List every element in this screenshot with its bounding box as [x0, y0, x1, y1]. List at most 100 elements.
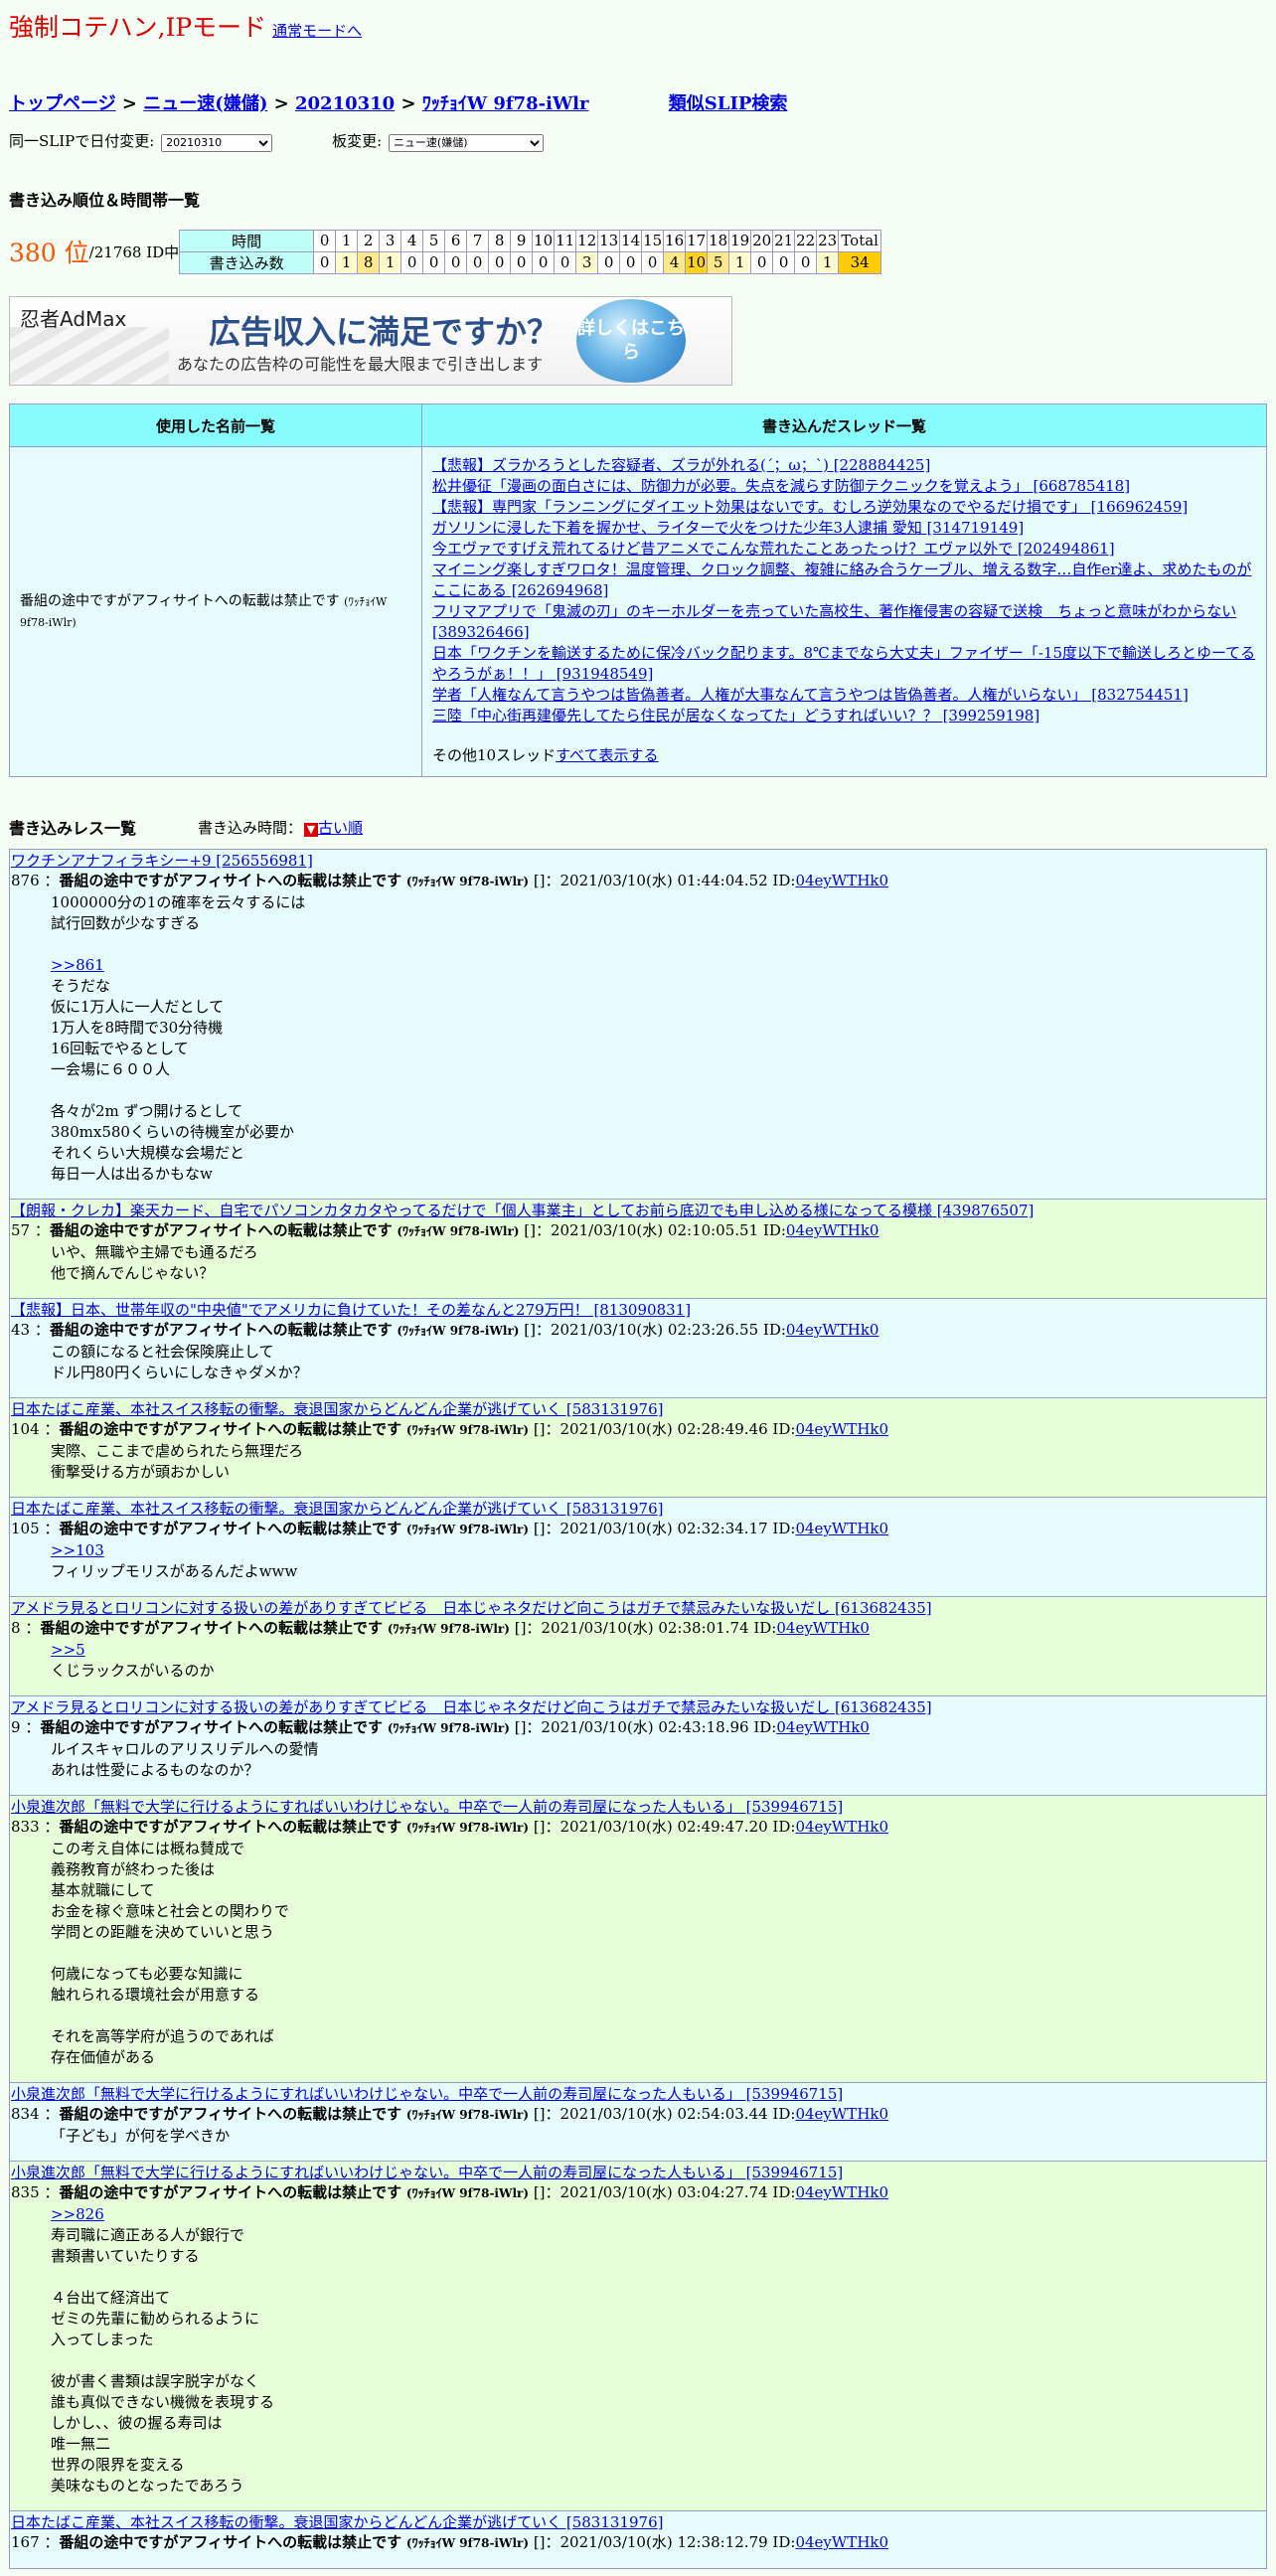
post-number: 167	[11, 2533, 40, 2551]
hour-header-cell: 3	[379, 229, 402, 252]
post-thread-link[interactable]: アメドラ見るとロリコンに対する扱いの差がありすぎてビビる 日本じゃネタだけど向こ…	[11, 1599, 932, 1617]
post-number: 876	[11, 872, 40, 889]
post-thread: ワクチンアナフィラキシー+9 [256556981]	[11, 851, 1265, 871]
post-author-name: 番組の途中ですがアフィサイトへの転載は禁止です	[59, 1818, 402, 1836]
reply-ref-link[interactable]: >>826	[51, 2205, 104, 2223]
thread-link[interactable]: 【悲報】ズラかろうとした容疑者、ズラが外れる(´；ω；`) [228884425…	[432, 455, 1256, 476]
post-line: 彼が書く書類は誤字脱字がなく	[51, 2372, 260, 2390]
board-select[interactable]: ニュー速(嫌儲)	[388, 133, 544, 152]
post-body: ルイスキャロルのアリスリデルへの愛情 あれは性愛によるものなのか？	[51, 1739, 1265, 1781]
post-number: 9	[11, 1718, 21, 1736]
post-timestamp: []：2021/03/10(水) 02:54:03.44 ID:	[533, 2105, 796, 2123]
post-thread-link[interactable]: アメドラ見るとロリコンに対する扱いの差がありすぎてビビる 日本じゃネタだけど向こ…	[11, 1698, 932, 1716]
post-author-slip: (ﾜｯﾁｮｲW 9f78-iWlr)	[405, 1523, 530, 1536]
post-thread: 【朗報・クレカ】楽天カード、自宅でパソコンカタカタやってるだけで「個人事業主」と…	[11, 1201, 1265, 1220]
post-thread-link[interactable]: 【朗報・クレカ】楽天カード、自宅でパソコンカタカタやってるだけで「個人事業主」と…	[11, 1202, 1034, 1219]
post-thread-link[interactable]: ワクチンアナフィラキシー+9 [256556981]	[11, 852, 313, 870]
ad-banner[interactable]: 忍者AdMax 広告収入に満足ですか？ あなたの広告枠の可能性を最大限まで引き出…	[9, 296, 732, 386]
post-author-slip: (ﾜｯﾁｮｲW 9f78-iWlr)	[405, 875, 530, 888]
post-timestamp: []：2021/03/10(水) 12:38:12.79 ID:	[533, 2533, 796, 2551]
post-line: 一会場に６００人	[51, 1060, 171, 1078]
hour-count-cell: 0	[619, 250, 643, 274]
post-id-link[interactable]: 04eyWTHk0	[776, 1619, 870, 1637]
post-author-name: 番組の途中ですがアフィサイトへの転載は禁止です	[59, 1420, 402, 1438]
thread-link[interactable]: ガソリンに浸した下着を握かせ、ライターで火をつけた少年3人逮捕 愛知 [3147…	[432, 518, 1256, 539]
more-threads-label: その他10スレッド	[432, 746, 557, 764]
hour-header-cell: 23	[816, 229, 840, 252]
thread-link[interactable]: 学者「人権なんて言うやつは皆偽善者。人権が大事なんて言うやつは皆偽善者。人権がい…	[432, 685, 1256, 706]
reply-ref-link[interactable]: >>861	[51, 956, 104, 974]
post-meta: 8 ：番組の途中ですがアフィサイトへの転載は禁止です (ﾜｯﾁｮｲW 9f78-…	[11, 1619, 870, 1637]
post-line: いや、無職や主婦でも通るだろ	[51, 1243, 258, 1261]
post-id-link[interactable]: 04eyWTHk0	[795, 2105, 888, 2123]
post-thread-link[interactable]: 小泉進次郎「無料で大学に行けるようにすればいいわけじゃない。中卒で一人前の寿司屋…	[11, 1798, 843, 1816]
post-body: いや、無職や主婦でも通るだろ 他で摘んでんじゃない？	[51, 1242, 1265, 1284]
thread-link[interactable]: 【悲報】専門家「ランニングにダイエット効果はないです。むしろ逆効果なのでやるだけ…	[432, 497, 1256, 518]
post: 日本たばこ産業、本社スイス移転の衝撃。衰退国家からどんどん企業が逃げていく [5…	[9, 1497, 1267, 1597]
breadcrumb-date[interactable]: 20210310	[295, 93, 395, 114]
post-thread-link[interactable]: 日本たばこ産業、本社スイス移転の衝撃。衰退国家からどんどん企業が逃げていく [5…	[11, 1400, 663, 1418]
show-all-threads-link[interactable]: すべて表示する	[556, 746, 658, 764]
post-thread-link[interactable]: 日本たばこ産業、本社スイス移転の衝撃。衰退国家からどんどん企業が逃げていく [5…	[11, 1500, 663, 1518]
hour-header-cell: 16	[663, 229, 687, 252]
breadcrumb-top[interactable]: トップページ	[9, 93, 116, 114]
post-id-link[interactable]: 04eyWTHk0	[795, 2533, 888, 2551]
post-line: しかし、、彼の握る寿司は	[51, 2414, 223, 2432]
date-select[interactable]: 20210310	[161, 133, 273, 152]
post-author-slip: (ﾜｯﾁｮｲW 9f78-iWlr)	[405, 2536, 530, 2550]
post-id-link[interactable]: 04eyWTHk0	[776, 1718, 870, 1736]
post-id-link[interactable]: 04eyWTHk0	[795, 872, 888, 889]
post-line: 基本就職にして	[51, 1881, 155, 1899]
post-thread-link[interactable]: 【悲報】日本、世帯年収の"中央値"でアメリカに負けていた！その差なんと279万円…	[11, 1301, 691, 1319]
normal-mode-link[interactable]: 通常モードへ	[272, 20, 362, 41]
post-line: 書類書いていたりする	[51, 2247, 200, 2265]
post-meta: 167 ：番組の途中ですがアフィサイトへの転載は禁止です (ﾜｯﾁｮｲW 9f7…	[11, 2533, 889, 2551]
post-thread-link[interactable]: 小泉進次郎「無料で大学に行けるようにすればいいわけじゃない。中卒で一人前の寿司屋…	[11, 2085, 843, 2103]
counts-row: 書き込み数 0 1 8 1 0 0 0 0 0 0 0 0 3 0 0 0 4 10 5 1 0 0 0 1 34	[179, 250, 882, 274]
thread-link[interactable]: マイニング楽しすぎワロタ！温度管理、クロック調整、複雑に絡み合うケーブル、増える…	[432, 560, 1256, 601]
ad-details-button[interactable]: 詳しくはこちら	[576, 299, 686, 383]
post-id-link[interactable]: 04eyWTHk0	[786, 1321, 879, 1339]
breadcrumb-board[interactable]: ニュー速(嫌儲)	[143, 93, 267, 114]
post-id-link[interactable]: 04eyWTHk0	[795, 2183, 888, 2201]
post-id-link[interactable]: 04eyWTHk0	[786, 1221, 879, 1239]
post-thread-link[interactable]: 小泉進次郎「無料で大学に行けるようにすればいいわけじゃない。中卒で一人前の寿司屋…	[11, 2164, 843, 2181]
post-meta: 105 ：番組の途中ですがアフィサイトへの転載は禁止です (ﾜｯﾁｮｲW 9f7…	[11, 1520, 889, 1537]
post-id-link[interactable]: 04eyWTHk0	[795, 1420, 888, 1438]
thread-link[interactable]: 三陸「中心街再建優先してたら住民が居なくなってた」どうすればいい？？ [3992…	[432, 706, 1256, 726]
post-thread: 日本たばこ産業、本社スイス移転の衝撃。衰退国家からどんどん企業が逃げていく [5…	[11, 2512, 1265, 2532]
hour-count-cell: 34	[838, 250, 882, 274]
post-line: あれは性愛によるものなのか？	[51, 1761, 259, 1779]
post-line: 存在価値がある	[51, 2048, 156, 2066]
post-author-name: 番組の途中ですがアフィサイトへの転載は禁止です	[59, 1520, 402, 1537]
reply-ref-link[interactable]: >>103	[51, 1541, 104, 1559]
hour-header-cell: 19	[728, 229, 752, 252]
post-line: 仮に1万人に一人だとして	[51, 998, 225, 1016]
post-thread-link[interactable]: 日本たばこ産業、本社スイス移転の衝撃。衰退国家からどんどん企業が逃げていく [5…	[11, 2513, 663, 2531]
post-id-link[interactable]: 04eyWTHk0	[795, 1818, 888, 1836]
post-meta: 835 ：番組の途中ですがアフィサイトへの転載は禁止です (ﾜｯﾁｮｲW 9f7…	[11, 2183, 889, 2201]
sort-oldest-link[interactable]: 古い順	[318, 819, 363, 837]
similar-slip-search-link[interactable]: 類似SLIP検索	[669, 93, 788, 114]
post-timestamp: []：2021/03/10(水) 02:28:49.46 ID:	[533, 1420, 796, 1438]
reply-ref-link[interactable]: >>5	[51, 1641, 85, 1659]
thread-link[interactable]: 松井優征「漫画の面白さには、防御力が必要。失点を減らす防御テクニックを覚えよう」…	[432, 476, 1256, 497]
post-meta: 876 ：番組の途中ですがアフィサイトへの転載は禁止です (ﾜｯﾁｮｲW 9f7…	[11, 872, 889, 889]
post: 小泉進次郎「無料で大学に行けるようにすればいいわけじゃない。中卒で一人前の寿司屋…	[9, 2161, 1267, 2511]
hour-count-cell: 1	[379, 250, 402, 274]
more-threads: その他10スレッドすべて表示する	[432, 745, 1256, 766]
thread-link[interactable]: 今エヴァですげえ荒れてるけど昔アニメでこんな荒れたことあったっけ？エヴァ以外で …	[432, 539, 1256, 560]
hour-count-cell: 8	[357, 250, 381, 274]
breadcrumb-slip[interactable]: ﾜｯﾁｮｲW 9f78-iWlr	[422, 93, 589, 114]
sort-down-icon[interactable]: ▼	[304, 822, 319, 837]
post-id-link[interactable]: 04eyWTHk0	[795, 1520, 888, 1537]
post-line: フィリップモリスがあるんだよwww	[51, 1562, 298, 1580]
thread-link[interactable]: 日本「ワクチンを輸送するために保冷バック配ります。8℃までなら大丈夫」ファイザー…	[432, 643, 1256, 685]
hour-header-cell: 2	[357, 229, 381, 252]
thread-link[interactable]: フリマアプリで「鬼滅の刃」のキーホルダーを売っていた高校生、著作権侵害の容疑で送…	[432, 601, 1256, 643]
hour-header-cell: 14	[619, 229, 643, 252]
post-line: 16回転でやるとして	[51, 1040, 189, 1057]
post: 日本たばこ産業、本社スイス移転の衝撃。衰退国家からどんどん企業が逃げていく [5…	[9, 1397, 1267, 1498]
hour-count-cell: 1	[335, 250, 359, 274]
post-line: 実際、ここまで虐められたら無理だろ	[51, 1442, 304, 1460]
